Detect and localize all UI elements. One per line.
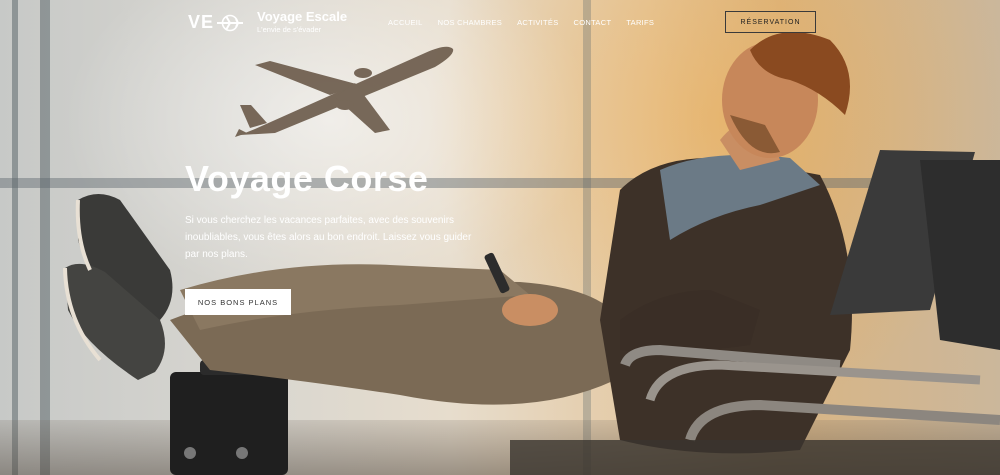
nav-item-contact[interactable]: CONTACT: [574, 18, 612, 27]
logo[interactable]: VE: [188, 12, 244, 33]
nav-item-accueil[interactable]: ACCUEIL: [388, 18, 423, 27]
airplane-icon: [217, 14, 244, 31]
brand-name: Voyage Escale: [257, 9, 348, 24]
window-frame: [12, 0, 18, 475]
bons-plans-button[interactable]: NOS BONS PLANS: [185, 289, 291, 315]
brand-tagline: L'envie de s'évader: [257, 25, 322, 34]
brand[interactable]: Voyage Escale L'envie de s'évader: [257, 9, 347, 36]
nav-item-activites[interactable]: ACTIVITÉS: [517, 18, 558, 27]
hero-description: Si vous cherchez les vacances parfaites,…: [185, 215, 472, 260]
logo-letters: VE: [188, 12, 215, 32]
hero-section: [0, 0, 1000, 475]
main-nav: ACCUEIL NOS CHAMBRES ACTIVITÉS CONTACT T…: [388, 18, 654, 27]
window-frame: [40, 0, 50, 475]
nav-item-tarifs[interactable]: TARIFS: [626, 18, 654, 27]
seating-photo: [510, 150, 1000, 475]
reservation-button[interactable]: RÉSERVATION: [725, 11, 816, 33]
top-navigation-bar: VE Voyage Escale L'envie de s'évader ACC…: [0, 0, 1000, 50]
hero-title: Voyage Corse: [185, 158, 429, 199]
nav-item-nos-chambres[interactable]: NOS CHAMBRES: [438, 18, 502, 27]
